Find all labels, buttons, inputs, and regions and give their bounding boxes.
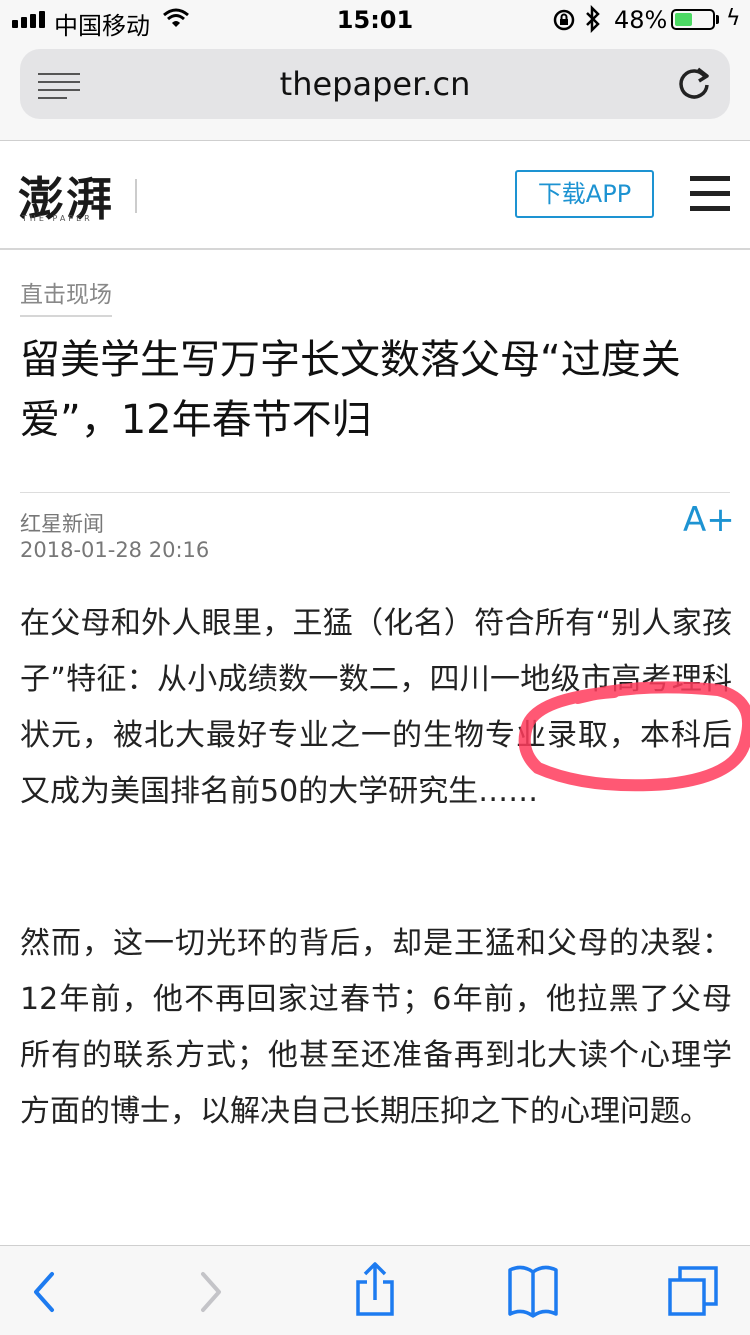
article-paragraph: 在父母和外人眼里，王猛（化名）符合所有“别人家孩子”特征：从小成绩数一数二，四川…: [20, 606, 732, 809]
article-datetime: 2018-01-28 20:16: [20, 538, 210, 562]
forward-icon[interactable]: [165, 1246, 255, 1335]
font-size-button[interactable]: A+: [683, 500, 735, 540]
bluetooth-icon: [584, 4, 602, 39]
meta-divider: [20, 492, 730, 493]
download-app-button[interactable]: 下载APP: [515, 170, 654, 218]
menu-icon[interactable]: [690, 176, 730, 221]
article-title: 留美学生写万字长文数落父母“过度关爱”，12年春节不归: [20, 337, 681, 443]
article-category[interactable]: 直击现场: [20, 275, 112, 317]
site-logo-subtitle: THE PAPER: [22, 214, 93, 223]
battery-percent: 48%: [614, 6, 668, 34]
battery-tip: [716, 15, 719, 24]
orientation-lock-icon: [552, 8, 576, 38]
logo-divider: [135, 179, 137, 213]
address-bar[interactable]: thepaper.cn: [20, 49, 730, 119]
reload-icon[interactable]: [674, 63, 714, 103]
bookmarks-icon[interactable]: [488, 1246, 578, 1335]
charging-icon: ϟ: [726, 6, 741, 31]
battery-icon: [671, 9, 715, 30]
share-icon[interactable]: [330, 1246, 420, 1335]
article-source: 红星新闻: [20, 512, 104, 536]
status-bar: 中国移动 15:01 48% ϟ: [0, 0, 750, 40]
site-header: 澎湃 THE PAPER 下载APP: [0, 141, 750, 250]
browser-toolbar: [0, 1245, 750, 1335]
address-domain[interactable]: thepaper.cn: [20, 65, 730, 103]
browser-address-area: thepaper.cn: [0, 40, 750, 141]
tabs-icon[interactable]: [650, 1246, 740, 1335]
back-icon[interactable]: [0, 1246, 90, 1335]
article-paragraph: 然而，这一切光环的背后，却是王猛和父母的决裂：12年前，他不再回家过春节；6年前…: [20, 926, 732, 1129]
